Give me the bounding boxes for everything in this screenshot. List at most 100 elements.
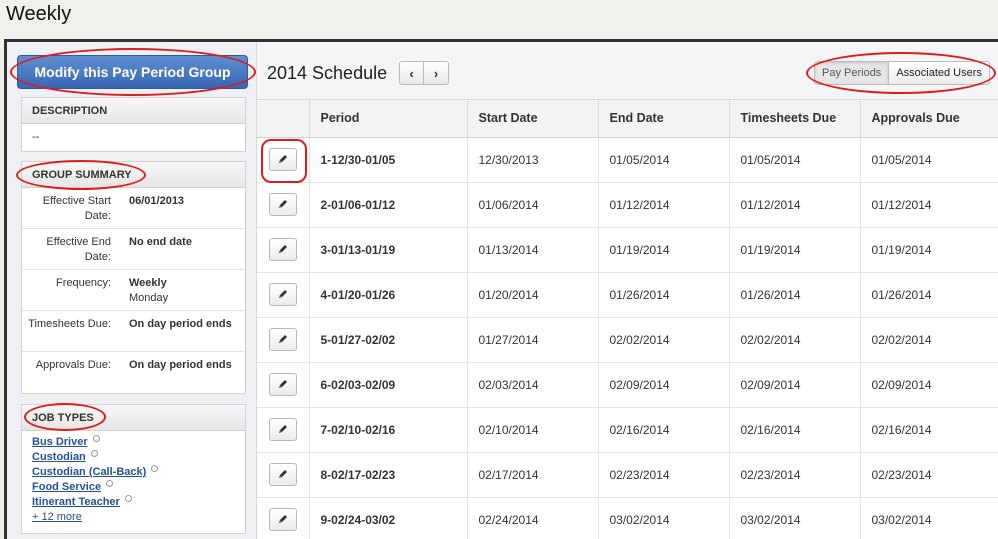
end-date-cell: 01/19/2014 [598, 227, 730, 273]
summary-value-text: On day period ends [129, 359, 232, 371]
circle-icon [124, 495, 132, 502]
edit-period-button[interactable] [268, 373, 297, 396]
start-date-cell: 01/06/2014 [467, 182, 599, 228]
period-cell: 2-01/06-01/12 [309, 182, 468, 228]
job-type-item: Custodian (Call-Back) [32, 465, 235, 480]
period-cell: 9-02/24-03/02 [309, 497, 468, 539]
description-header: DESCRIPTION [22, 98, 245, 124]
summary-value-sub: Monday [129, 292, 169, 304]
edit-period-button[interactable] [268, 238, 297, 261]
end-date-cell: 02/16/2014 [598, 407, 730, 453]
group-summary-panel: GROUP SUMMARY Effective Start Date: 06/01… [21, 161, 246, 394]
pencil-icon [278, 198, 288, 212]
edit-period-button[interactable] [268, 193, 297, 216]
job-type-item: Food Service [32, 480, 235, 495]
job-type-item: Itinerant Teacher [32, 495, 235, 510]
start-date-cell: 02/17/2014 [467, 452, 599, 498]
group-summary-rows: Effective Start Date: 06/01/2013 Effective… [22, 188, 245, 393]
modify-pay-period-group-button[interactable]: Modify this Pay Period Group [17, 55, 248, 89]
job-type-link[interactable]: Custodian [32, 451, 86, 463]
tab-pay-periods[interactable]: Pay Periods [814, 61, 890, 85]
table-row: 4-01/20-01/26 01/20/2014 01/26/2014 01/26/2… [257, 272, 998, 318]
approvals-due-cell: 03/02/2014 [860, 497, 998, 539]
period-cell: 1-12/30-01/05 [309, 137, 468, 183]
start-date-cell: 02/24/2014 [467, 497, 599, 539]
schedule-table: Period Start Date End Date Timesheets Due Ap… [257, 100, 998, 539]
chevron-left-icon: ‹ [409, 65, 414, 81]
next-year-button[interactable]: › [424, 61, 449, 85]
column-header: Approvals Due [860, 100, 998, 138]
start-date-cell: 01/13/2014 [467, 227, 599, 273]
summary-value: No end date [129, 235, 245, 269]
edit-cell [257, 272, 310, 318]
job-type-link[interactable]: Food Service [32, 481, 101, 493]
summary-value: 06/01/2013 [129, 194, 245, 228]
table-header-row: Period Start Date End Date Timesheets Due Ap… [257, 100, 998, 138]
summary-row: Frequency: Weekly Monday [22, 270, 245, 311]
timesheets-due-cell: 02/02/2014 [729, 317, 861, 363]
summary-label: Effective Start Date: [42, 195, 111, 222]
summary-label: Timesheets Due: [28, 318, 111, 330]
edit-period-button[interactable] [268, 148, 297, 171]
edit-cell [257, 227, 310, 273]
start-date-cell: 01/20/2014 [467, 272, 599, 318]
table-row: 1-12/30-01/05 12/30/2013 01/05/2014 01/05/2… [257, 137, 998, 183]
edit-cell [257, 407, 310, 453]
description-text: -- [32, 131, 40, 143]
summary-row: Effective Start Date: 06/01/2013 [22, 188, 245, 229]
approvals-due-cell: 01/05/2014 [860, 137, 998, 183]
prev-year-button[interactable]: ‹ [399, 61, 424, 85]
schedule-title: 2014 Schedule [267, 63, 388, 83]
approvals-due-cell: 01/12/2014 [860, 182, 998, 228]
pencil-icon [278, 243, 288, 257]
summary-value: On day period ends [129, 317, 245, 351]
summary-value-text: On day period ends [129, 318, 232, 330]
job-type-link[interactable]: Bus Driver [32, 436, 88, 448]
start-date-cell: 01/27/2014 [467, 317, 599, 363]
end-date-cell: 01/05/2014 [598, 137, 730, 183]
period-cell: 5-01/27-02/02 [309, 317, 468, 363]
period-cell: 8-02/17-02/23 [309, 452, 468, 498]
approvals-due-cell: 02/09/2014 [860, 362, 998, 408]
timesheets-due-cell: 03/02/2014 [729, 497, 861, 539]
summary-label: Effective End Date: [46, 236, 111, 263]
pencil-icon [278, 153, 288, 167]
edit-period-button[interactable] [268, 418, 297, 441]
pencil-icon [278, 468, 288, 482]
summary-value: Weekly Monday [129, 276, 245, 310]
end-date-cell: 03/02/2014 [598, 497, 730, 539]
chevron-right-icon: › [433, 65, 439, 81]
pencil-icon [278, 423, 288, 437]
job-type-item: Custodian [32, 450, 235, 465]
edit-period-button[interactable] [268, 508, 297, 531]
end-date-cell: 01/26/2014 [598, 272, 730, 318]
summary-label: Frequency: [55, 277, 111, 289]
pencil-icon [278, 513, 288, 527]
timesheets-due-cell: 01/19/2014 [729, 227, 861, 273]
more-job-types-link[interactable]: + 12 more [32, 511, 82, 523]
schedule-nav: ‹ › [399, 61, 449, 85]
summary-value-text: 06/01/2013 [129, 195, 185, 207]
approvals-due-cell: 01/26/2014 [860, 272, 998, 318]
pencil-icon [278, 378, 288, 392]
edit-cell [257, 497, 310, 539]
schedule-main: 2014 Schedule ‹ › Pay Periods Associated… [257, 42, 998, 539]
edit-period-button[interactable] [268, 283, 297, 306]
tab-associated-users[interactable]: Associated Users [889, 61, 990, 85]
approvals-due-cell: 02/23/2014 [860, 452, 998, 498]
edit-period-button[interactable] [268, 463, 297, 486]
summary-row: Approvals Due: On day period ends [22, 352, 245, 393]
table-row: 5-01/27-02/02 01/27/2014 02/02/2014 02/02/2… [257, 317, 998, 363]
job-types-panel: JOB TYPES Bus Driver Custodian Custodian (… [21, 404, 246, 534]
summary-value: On day period ends [129, 358, 245, 393]
description-panel: DESCRIPTION -- [21, 97, 246, 152]
column-header: End Date [598, 100, 730, 138]
end-date-cell: 02/09/2014 [598, 362, 730, 408]
column-header [257, 100, 310, 138]
edit-period-button[interactable] [268, 328, 297, 351]
column-header: Period [309, 100, 468, 138]
summary-row: Timesheets Due: On day period ends [22, 311, 245, 352]
job-type-link[interactable]: Custodian (Call-Back) [32, 466, 146, 478]
job-type-link[interactable]: Itinerant Teacher [32, 496, 120, 508]
start-date-cell: 12/30/2013 [467, 137, 599, 183]
